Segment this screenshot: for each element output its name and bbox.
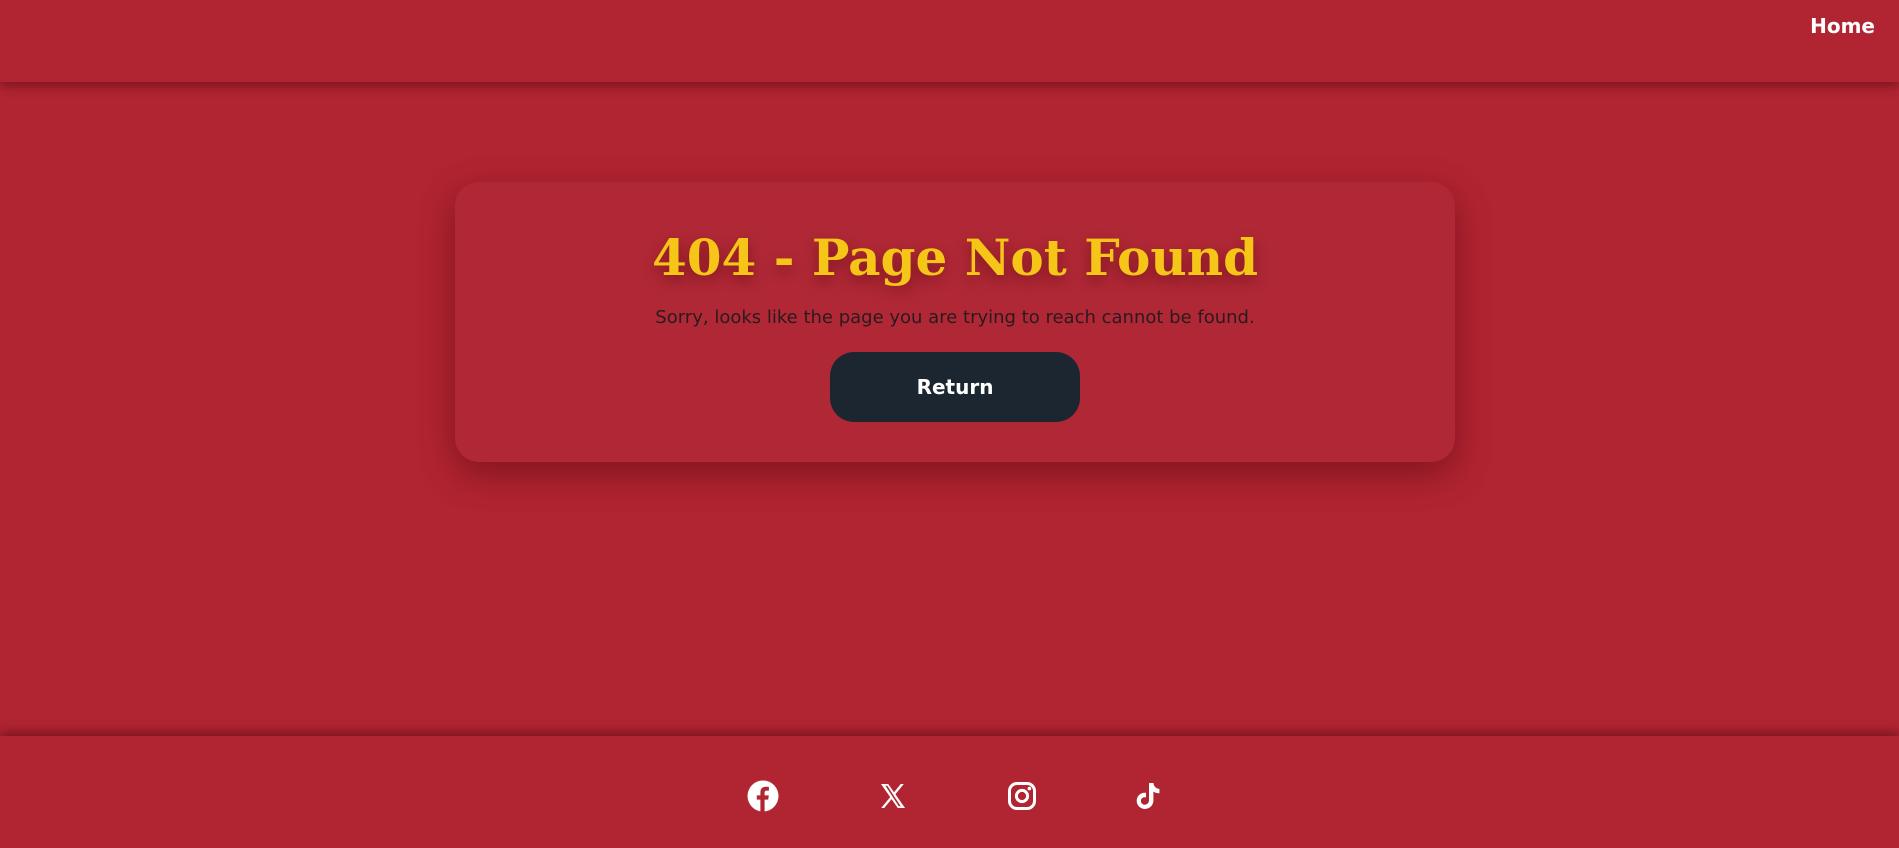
error-card: 404 - Page Not Found Sorry, looks like t…	[455, 182, 1455, 462]
error-message: Sorry, looks like the page you are tryin…	[655, 307, 1255, 328]
facebook-icon[interactable]	[747, 780, 779, 812]
x-icon[interactable]	[877, 780, 909, 812]
nav-home-link[interactable]: Home	[1810, 14, 1875, 38]
page: Home 404 - Page Not Found Sorry, looks l…	[0, 0, 1899, 848]
error-title: 404 - Page Not Found	[651, 228, 1259, 287]
footer	[0, 736, 1899, 848]
return-button[interactable]: Return	[830, 352, 1080, 422]
tiktok-icon[interactable]	[1132, 780, 1164, 812]
top-navbar: Home	[0, 0, 1899, 82]
instagram-icon[interactable]	[1006, 780, 1038, 812]
